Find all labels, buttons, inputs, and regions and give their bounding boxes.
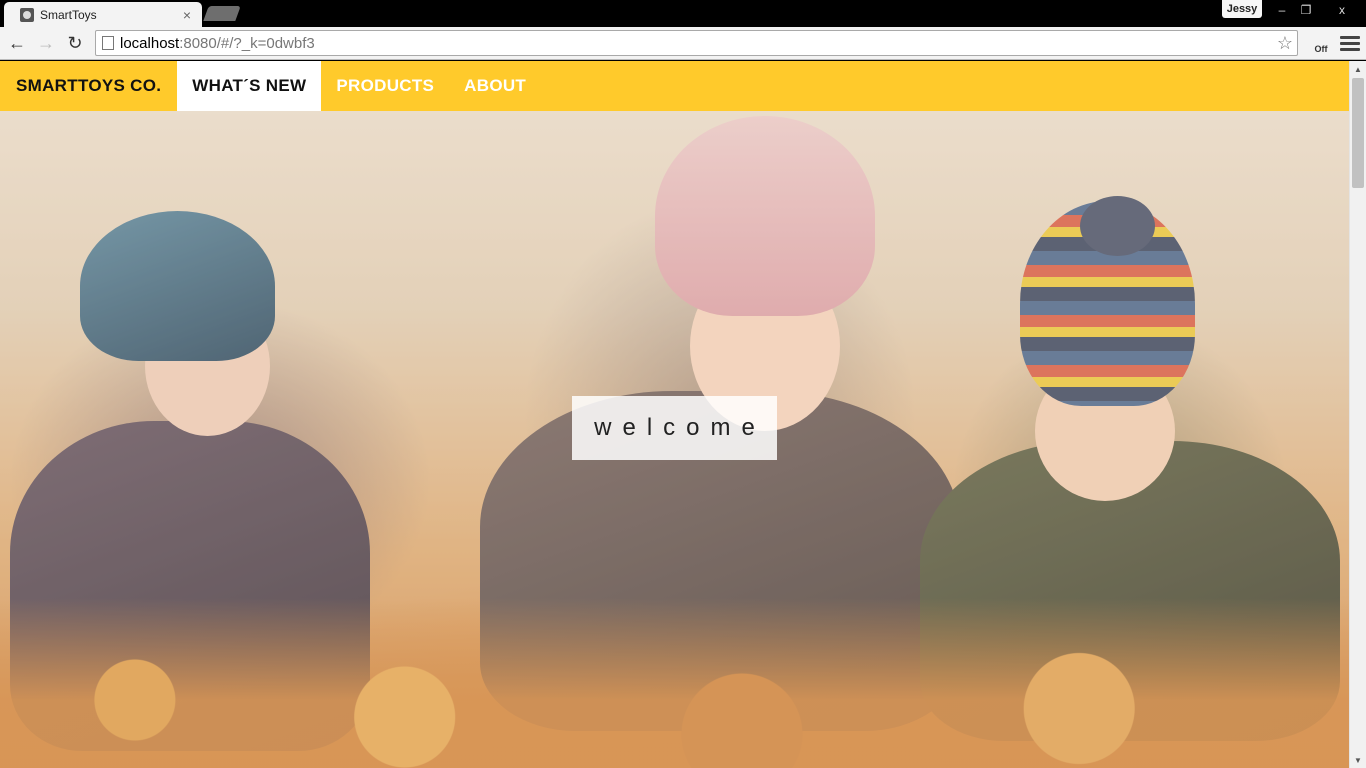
browser-toolbar: ← → ↻ localhost:8080/#/?_k=0dwbf3 ☆ Off: [0, 27, 1366, 60]
scroll-up-arrow-icon[interactable]: ▲: [1350, 61, 1366, 77]
window-controls: – ❐ x: [1270, 0, 1366, 19]
url-path: :8080/#/?_k=0dwbf3: [179, 34, 315, 52]
tab-title: SmartToys: [40, 7, 97, 22]
nav-item-about[interactable]: ABOUT: [449, 61, 541, 111]
welcome-banner: welcome: [572, 396, 777, 460]
forward-arrow-icon[interactable]: →: [34, 32, 58, 54]
browser-menu-icon[interactable]: [1340, 33, 1360, 53]
address-bar[interactable]: localhost:8080/#/?_k=0dwbf3 ☆: [95, 30, 1298, 56]
vertical-scrollbar[interactable]: ▲ ▼: [1349, 61, 1366, 768]
restore-button[interactable]: ❐: [1294, 0, 1318, 19]
tab-close-icon[interactable]: ×: [178, 7, 196, 23]
nav-item-whats-new[interactable]: WHAT´S NEW: [177, 61, 322, 111]
bookmark-star-icon[interactable]: ☆: [1277, 33, 1293, 54]
hero-image: welcome: [0, 61, 1349, 768]
extension-off-icon[interactable]: Off: [1308, 32, 1334, 54]
site-favicon-icon: [20, 7, 34, 22]
page-viewport: welcome SMARTTOYS CO. WHAT´S NEW PRODUCT…: [0, 61, 1366, 768]
profile-user-badge[interactable]: Jessy: [1222, 0, 1262, 18]
site-navbar: SMARTTOYS CO. WHAT´S NEW PRODUCTS ABOUT: [0, 61, 1349, 111]
brand-logo-text[interactable]: SMARTTOYS CO.: [0, 61, 177, 111]
scroll-down-arrow-icon[interactable]: ▼: [1350, 752, 1366, 768]
browser-titlebar: SmartToys × Jessy – ❐ x: [0, 0, 1366, 27]
minimize-button[interactable]: –: [1270, 0, 1294, 19]
url-text[interactable]: localhost:8080/#/?_k=0dwbf3: [120, 35, 315, 52]
close-window-button[interactable]: x: [1318, 0, 1366, 19]
nav-item-products[interactable]: PRODUCTS: [321, 61, 449, 111]
new-tab-button[interactable]: [203, 6, 241, 21]
back-arrow-icon[interactable]: ←: [5, 32, 29, 54]
reload-icon[interactable]: ↻: [63, 32, 87, 54]
browser-tab-active[interactable]: SmartToys ×: [4, 2, 202, 27]
scrollbar-thumb[interactable]: [1352, 78, 1364, 188]
page-icon: [102, 36, 114, 50]
url-host: localhost: [120, 34, 180, 52]
